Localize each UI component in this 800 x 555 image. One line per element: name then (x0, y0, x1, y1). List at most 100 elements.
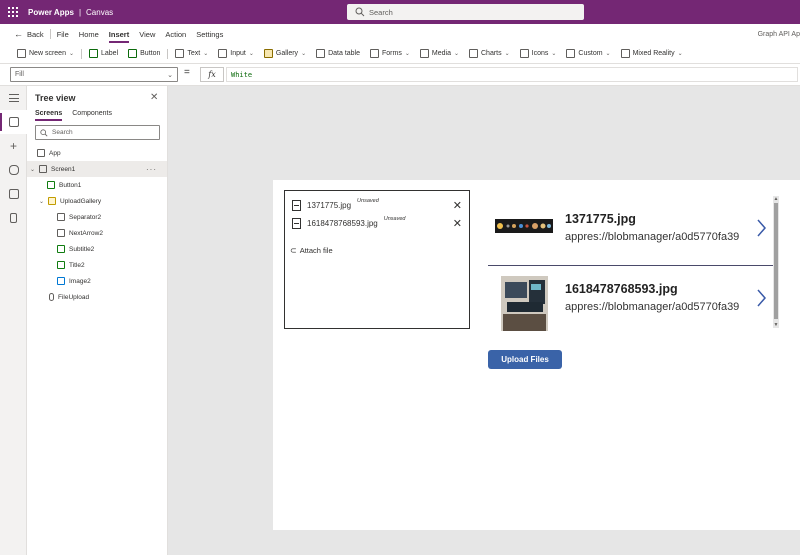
image-file-icon (292, 199, 301, 211)
attachments-control[interactable]: 1371775.jpg Unsaved ✕ 1618478768593.jpg … (284, 190, 470, 329)
chevron-down-icon: ⌄ (203, 51, 209, 57)
tree-node-fileupload[interactable]: FileUpload (27, 289, 167, 305)
property-dropdown[interactable]: Fill ⌄ (10, 67, 178, 82)
node-label: Title2 (69, 261, 85, 269)
data-icon[interactable] (0, 158, 27, 182)
back-label: Back (27, 29, 44, 39)
tree-view-title: Tree view (35, 93, 76, 103)
upload-gallery[interactable]: 1371775.jpg appres://blobmanager/a0d5770… (488, 196, 774, 331)
image-file-icon (292, 217, 301, 229)
attach-file-label: Attach file (299, 246, 333, 255)
upload-files-button[interactable]: Upload Files (488, 350, 562, 369)
chevron-down-icon: ⌄ (30, 166, 36, 173)
tree-node-subtitle2[interactable]: Subtitle2 (27, 241, 167, 257)
input-label: Input (230, 50, 246, 57)
scrollbar-thumb[interactable] (774, 203, 778, 319)
remove-attachment-icon[interactable]: ✕ (453, 217, 462, 230)
property-value: Fill (15, 71, 24, 78)
new-screen-button[interactable]: New screen ⌄ (12, 45, 79, 63)
menu-action[interactable]: Action (160, 24, 191, 44)
charts-label: Charts (481, 50, 502, 57)
media-menu-button[interactable]: Media ⌄ (415, 45, 464, 63)
gallery-menu-button[interactable]: Gallery ⌄ (259, 45, 311, 63)
data-table-label: Data table (328, 50, 361, 57)
next-arrow-icon[interactable] (756, 289, 766, 307)
gallery-thumbnail-image (495, 219, 553, 233)
gallery-item[interactable]: 1618478768593.jpg appres://blobmanager/a… (488, 268, 774, 334)
title-separator: | (78, 7, 82, 17)
button-icon (128, 49, 138, 58)
tree-node-title2[interactable]: Title2 (27, 257, 167, 273)
tree-node-nextarrow2[interactable]: NextArrow2 (27, 225, 167, 241)
label-icon (57, 245, 65, 253)
insert-plus-icon[interactable]: + (0, 134, 27, 158)
menu-divider (49, 29, 51, 39)
tree-node-button1[interactable]: Button1 (27, 177, 167, 193)
app-name: Power Apps (28, 7, 74, 17)
node-label: NextArrow2 (69, 229, 103, 237)
node-label: UploadGallery (60, 197, 102, 205)
screen-icon (39, 165, 47, 173)
tree-search-input[interactable]: Search (35, 125, 160, 140)
attachment-item: 1618478768593.jpg Unsaved ✕ (292, 216, 462, 230)
tab-screens[interactable]: Screens (35, 110, 63, 121)
menu-bar: ← Back File Home Insert View Action Sett… (0, 24, 800, 44)
formula-input[interactable]: White (226, 67, 798, 82)
gallery-scrollbar[interactable]: ▲ ▼ (773, 196, 779, 328)
tree-node-uploadgallery[interactable]: ⌄ UploadGallery (27, 193, 167, 209)
next-arrow-icon[interactable] (756, 219, 766, 237)
custom-menu-button[interactable]: Custom ⌄ (561, 45, 615, 63)
table-icon (316, 49, 326, 58)
node-label: App (49, 149, 61, 157)
mixed-reality-icon (620, 49, 630, 58)
gallery-thumbnail-image (501, 276, 548, 331)
data-table-button[interactable]: Data table (311, 45, 365, 63)
menu-file[interactable]: File (52, 24, 74, 44)
icons-menu-button[interactable]: Icons ⌄ (515, 45, 562, 63)
tree-view-icon[interactable] (0, 110, 27, 134)
arrow-icon (57, 229, 65, 237)
menu-settings[interactable]: Settings (191, 24, 228, 44)
mixed-reality-menu-button[interactable]: Mixed Reality ⌄ (616, 45, 688, 63)
label-button[interactable]: Label (84, 45, 123, 63)
attach-file-button[interactable]: ⊂ Attach file (290, 246, 333, 255)
button-button[interactable]: Button (123, 45, 165, 63)
scroll-up-icon[interactable]: ▲ (773, 196, 779, 202)
media-rail-icon[interactable] (0, 182, 27, 206)
forms-menu-button[interactable]: Forms ⌄ (365, 45, 415, 63)
menu-home[interactable]: Home (74, 24, 104, 44)
search-icon (40, 128, 48, 136)
app-launcher-icon[interactable] (0, 0, 26, 24)
paperclip-icon: ⊂ (290, 246, 297, 255)
tree-node-screen1[interactable]: ⌄ Screen1 ··· (27, 161, 167, 177)
app-canvas-screen: 1371775.jpg Unsaved ✕ 1618478768593.jpg … (273, 180, 800, 530)
menu-insert[interactable]: Insert (104, 24, 134, 44)
attachment-status: Unsaved (357, 198, 379, 204)
menu-view[interactable]: View (134, 24, 160, 44)
close-icon[interactable]: ✕ (150, 92, 158, 103)
tree-node-separator2[interactable]: Separator2 (27, 209, 167, 225)
node-label: Subtitle2 (69, 245, 95, 253)
hamburger-menu-icon[interactable] (0, 86, 27, 110)
tree-node-image2[interactable]: Image2 (27, 273, 167, 289)
advanced-tools-icon[interactable] (0, 206, 27, 230)
input-menu-button[interactable]: Input ⌄ (213, 45, 259, 63)
gallery-item-subtitle: appres://blobmanager/a0d5770fa39 (565, 231, 740, 243)
more-options-icon[interactable]: ··· (146, 165, 157, 174)
chevron-down-icon: ⌄ (677, 51, 683, 57)
tree-node-app[interactable]: App (27, 145, 167, 161)
back-button[interactable]: ← Back (0, 24, 49, 44)
charts-menu-button[interactable]: Charts ⌄ (464, 45, 515, 63)
global-search-input[interactable]: Search (347, 4, 584, 20)
chevron-down-icon: ⌄ (167, 71, 173, 79)
media-icon (419, 49, 429, 58)
remove-attachment-icon[interactable]: ✕ (453, 199, 462, 212)
text-menu-button[interactable]: Text ⌄ (170, 45, 213, 63)
media-label: Media (431, 50, 451, 57)
tab-components[interactable]: Components (72, 110, 112, 121)
forms-label: Forms (382, 50, 402, 57)
gallery-item[interactable]: 1371775.jpg appres://blobmanager/a0d5770… (488, 196, 774, 262)
function-button[interactable]: fx (200, 67, 224, 82)
text-icon (175, 49, 185, 58)
scroll-down-icon[interactable]: ▼ (773, 322, 779, 328)
